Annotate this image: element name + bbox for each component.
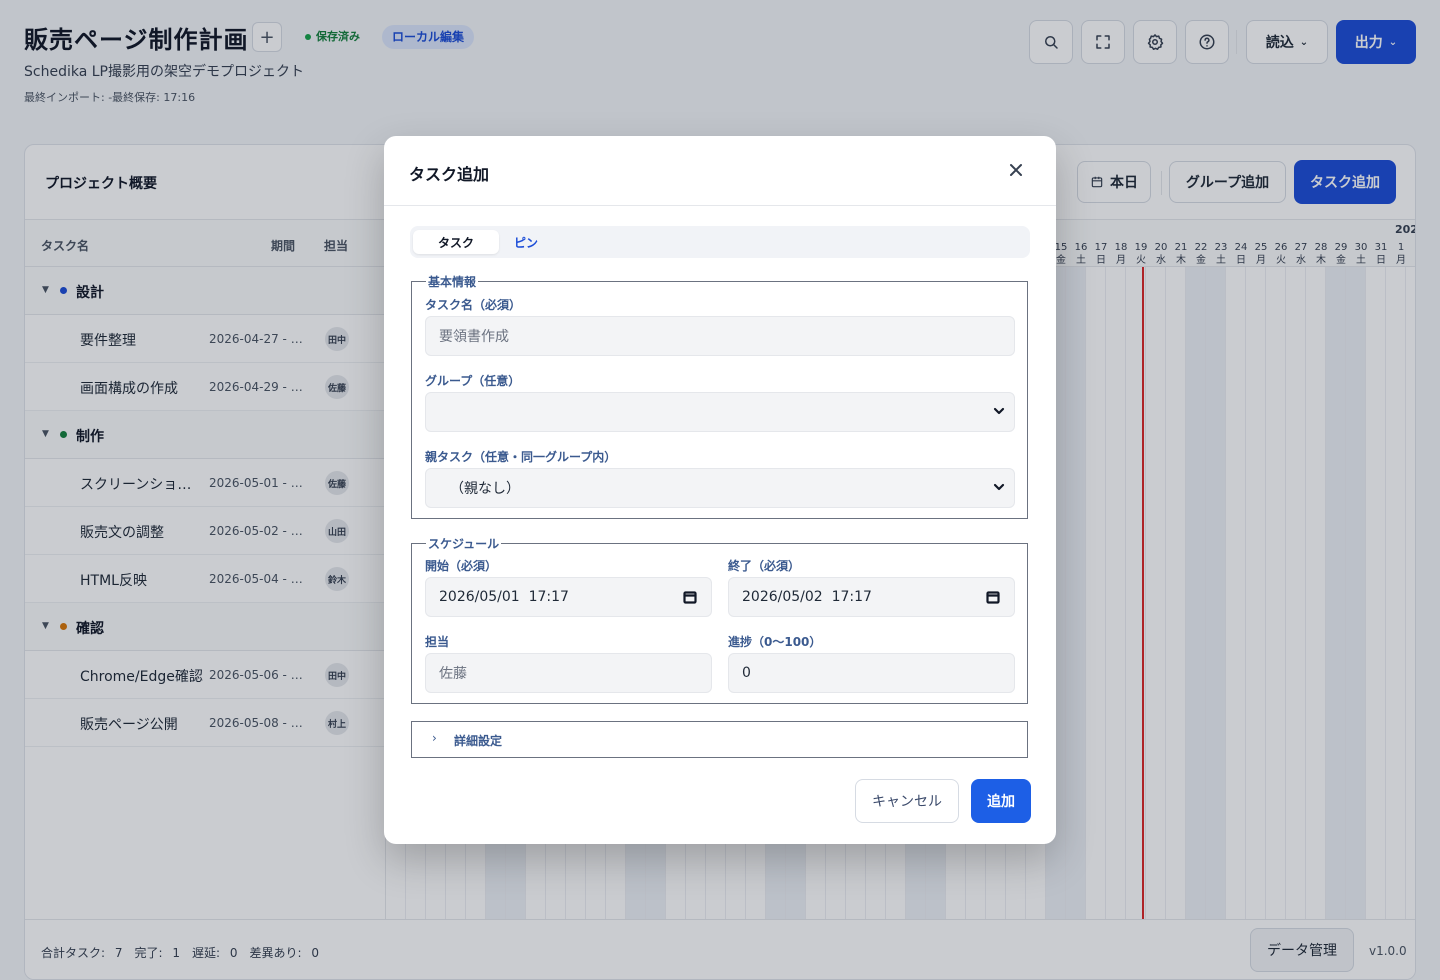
dialog-header: タスク追加 <box>384 136 1056 206</box>
submit-add-button[interactable]: 追加 <box>971 779 1031 823</box>
dialog-title: タスク追加 <box>409 165 490 184</box>
details-label: 詳細設定 <box>454 734 503 748</box>
basic-info-section: 基本情報 タスク名（必須） 要領書作成 グループ（任意） 親タスク（任意・同一グ… <box>411 273 1028 519</box>
section-legend: 基本情報 <box>426 273 479 290</box>
tab-pin[interactable]: ピン <box>499 230 553 254</box>
tab-task[interactable]: タスク <box>413 230 499 254</box>
section-legend: スケジュール <box>426 535 502 552</box>
cancel-button[interactable]: キャンセル <box>855 779 959 823</box>
chevron-down-icon <box>992 480 1006 494</box>
chevron-down-icon <box>992 404 1006 418</box>
details-toggle[interactable]: › 詳細設定 <box>411 721 1028 758</box>
assignee-label: 担当 <box>425 635 450 649</box>
group-label: グループ（任意） <box>425 374 521 388</box>
end-label: 終了（必須） <box>728 559 801 573</box>
calendar-icon[interactable] <box>986 590 1000 604</box>
task-name-input[interactable]: 要領書作成 <box>425 316 1015 356</box>
chevron-right-icon: › <box>432 731 437 745</box>
start-datetime-input[interactable]: 2026/05/01 17:17 <box>425 577 712 617</box>
dialog-tabs: タスク ピン <box>410 226 1030 258</box>
calendar-icon[interactable] <box>683 590 697 604</box>
schedule-section: スケジュール 開始（必須） 2026/05/01 17:17 終了（必須） 20… <box>411 535 1028 704</box>
start-label: 開始（必須） <box>425 559 498 573</box>
group-select[interactable] <box>425 392 1015 432</box>
parent-task-select[interactable]: （親なし） <box>425 468 1015 508</box>
end-value: 2026/05/02 17:17 <box>742 589 872 605</box>
assignee-input[interactable]: 佐藤 <box>425 653 712 693</box>
end-datetime-input[interactable]: 2026/05/02 17:17 <box>728 577 1015 617</box>
close-icon <box>1010 164 1022 176</box>
parent-task-value: （親なし） <box>450 481 520 497</box>
progress-label: 進捗（0〜100） <box>728 635 822 649</box>
add-task-dialog: タスク追加 タスク ピン 基本情報 タスク名（必須） 要領書作成 グループ（任意… <box>384 136 1056 844</box>
parent-task-label: 親タスク（任意・同一グループ内） <box>425 450 617 464</box>
start-value: 2026/05/01 17:17 <box>439 589 569 605</box>
task-name-label: タスク名（必須） <box>425 298 522 312</box>
progress-input[interactable]: 0 <box>728 653 1015 693</box>
close-button[interactable] <box>1004 158 1028 182</box>
